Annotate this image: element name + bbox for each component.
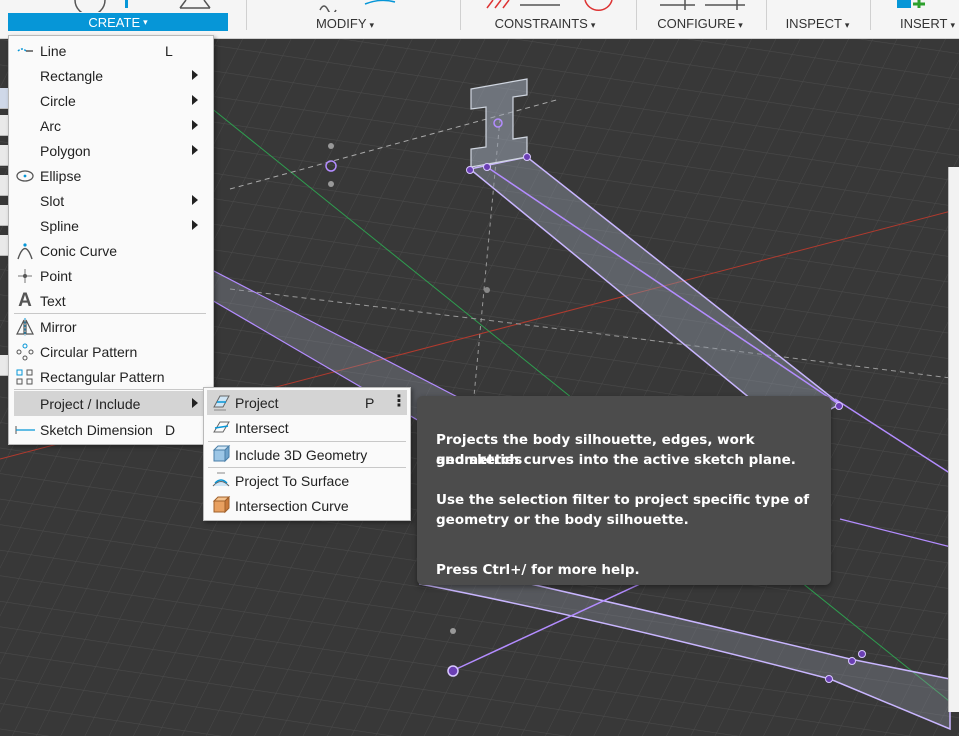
menu-item-project-include[interactable]: Project / Include	[14, 391, 207, 416]
menu-item-label: Circular Pattern	[40, 343, 138, 360]
chevron-right-icon	[192, 120, 198, 130]
chevron-down-icon: ▾	[369, 20, 375, 30]
menu-item-label: Rectangle	[40, 67, 104, 84]
submenu-item-label: Project	[235, 394, 279, 411]
chevron-down-icon: ▾	[738, 20, 743, 30]
chevron-right-icon	[192, 95, 198, 105]
chevron-right-icon	[192, 70, 198, 80]
menu-item-polygon[interactable]: Polygon	[9, 138, 213, 163]
submenu-item-label: Project To Surface	[235, 472, 350, 489]
submenu-item-intersection-curve[interactable]: Intersection Curve	[207, 493, 407, 518]
toolbar-icons-strip	[74, 0, 925, 12]
menu-item-label: Circle	[40, 92, 76, 109]
constraints-label: CONSTRAINTS	[494, 16, 588, 31]
menu-item-spline[interactable]: Spline	[9, 213, 213, 238]
submenu-item-label: Include 3D Geometry	[235, 446, 368, 463]
menu-item-label: Sketch Dimension	[40, 421, 153, 438]
mirror-icon	[15, 318, 35, 336]
menu-item-line[interactable]: Line L	[9, 38, 213, 63]
submenu-item-label: Intersection Curve	[235, 497, 349, 514]
rectangular-pattern-icon	[15, 368, 35, 386]
create-menu-button[interactable]: CREATE ▾	[8, 13, 228, 31]
point-icon	[15, 267, 35, 285]
menu-item-rectangle[interactable]: Rectangle	[9, 63, 213, 88]
project-to-surface-icon	[211, 471, 231, 490]
menu-item-circular-pattern[interactable]: Circular Pattern	[9, 339, 213, 364]
menu-item-conic-curve[interactable]: Conic Curve	[9, 238, 213, 263]
sketch-dimension-icon	[15, 421, 35, 439]
menu-item-label: Text	[40, 292, 66, 309]
project-tooltip: Projects the body silhouette, edges, wor…	[417, 396, 831, 585]
menu-item-label: Ellipse	[40, 167, 82, 184]
chevron-down-icon: ▾	[590, 20, 596, 30]
more-options-icon[interactable]: ⋮	[391, 394, 407, 410]
chevron-down-icon: ▾	[844, 20, 850, 30]
shortcut-label: P	[365, 394, 375, 411]
configure-label: CONFIGURE	[657, 16, 736, 31]
tooltip-text: and sketch curves into the active sketch…	[436, 452, 796, 468]
menu-item-label: Slot	[40, 192, 65, 209]
menu-item-circle[interactable]: Circle	[9, 88, 213, 113]
project-icon	[211, 393, 231, 412]
menu-item-label: Polygon	[40, 142, 91, 159]
menu-item-label: Arc	[40, 117, 61, 134]
menu-item-ellipse[interactable]: Ellipse	[9, 163, 213, 188]
menu-item-label: Mirror	[40, 318, 77, 335]
create-label: CREATE	[88, 14, 141, 30]
line-icon	[15, 42, 35, 60]
text-icon: A	[18, 290, 32, 311]
include-3d-geometry-icon	[211, 444, 231, 464]
menu-item-point[interactable]: Point	[9, 263, 213, 288]
shortcut-label: D	[165, 421, 176, 438]
create-dropdown-menu: Line L Rectangle Circle Arc Polygon Elli…	[8, 35, 214, 445]
submenu-item-project[interactable]: Project P ⋮	[207, 390, 407, 415]
menu-item-label: Project / Include	[40, 395, 141, 412]
tooltip-help-text: Press Ctrl+/ for more help.	[436, 562, 640, 578]
tooltip-text: geometry or the body silhouette.	[436, 512, 689, 528]
menu-item-label: Spline	[40, 217, 79, 234]
menu-item-label: Rectangular Pattern	[40, 368, 165, 385]
submenu-item-include-3d-geometry[interactable]: Include 3D Geometry	[207, 442, 407, 467]
submenu-item-project-to-surface[interactable]: Project To Surface	[207, 468, 407, 493]
conic-curve-icon	[15, 242, 35, 260]
menu-item-rectangular-pattern[interactable]: Rectangular Pattern	[9, 364, 213, 389]
tooltip-text: Use the selection filter to project spec…	[436, 492, 810, 508]
chevron-right-icon	[192, 195, 198, 205]
inspect-label: INSPECT	[785, 16, 842, 31]
intersect-icon	[211, 418, 231, 437]
right-panel-edge	[948, 167, 959, 712]
menu-item-sketch-dimension[interactable]: Sketch Dimension D	[9, 417, 213, 442]
menu-item-arc[interactable]: Arc	[9, 113, 213, 138]
menu-divider	[14, 389, 206, 390]
menu-item-text[interactable]: A Text	[9, 288, 213, 313]
insert-label: INSERT	[900, 16, 948, 31]
modify-label: MODIFY	[315, 16, 367, 31]
menu-item-label: Point	[40, 267, 72, 284]
menu-item-slot[interactable]: Slot	[9, 188, 213, 213]
chevron-right-icon	[192, 145, 198, 155]
ellipse-icon	[15, 167, 35, 185]
toolbar: CREATE ▾ MODIFY ▾ CONSTRAINTS ▾ CONFIGUR…	[0, 0, 959, 39]
project-include-submenu: Project P ⋮ Intersect Include 3D Geometr…	[203, 387, 411, 521]
chevron-right-icon	[192, 398, 198, 408]
submenu-item-intersect[interactable]: Intersect	[207, 415, 407, 440]
chevron-right-icon	[192, 220, 198, 230]
chevron-down-icon: ▾	[143, 16, 148, 27]
menu-item-label: Line	[40, 42, 67, 59]
circular-pattern-icon	[15, 343, 35, 361]
submenu-item-label: Intersect	[235, 419, 289, 436]
shortcut-label: L	[165, 42, 173, 59]
menu-item-label: Conic Curve	[40, 242, 118, 259]
menu-item-mirror[interactable]: Mirror	[9, 314, 213, 339]
intersection-curve-icon	[211, 495, 231, 515]
chevron-down-icon: ▾	[950, 20, 955, 30]
